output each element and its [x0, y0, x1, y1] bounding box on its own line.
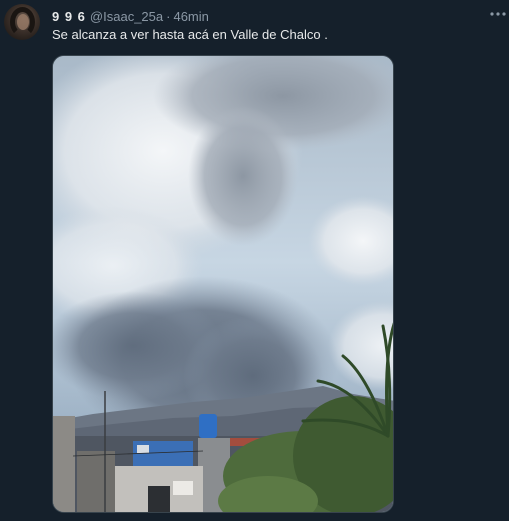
avatar[interactable]	[4, 4, 40, 40]
tweet-photo[interactable]	[52, 55, 394, 513]
user-handle[interactable]: @Isaac_25a	[90, 9, 163, 24]
tweet-text: Se alcanza a ver hasta acá en Valle de C…	[52, 27, 328, 42]
timestamp[interactable]: 46min	[173, 9, 208, 24]
more-options-icon[interactable]	[489, 6, 507, 22]
separator-dot: ·	[166, 8, 171, 24]
display-name[interactable]: 9 9 6	[52, 9, 86, 24]
tweet-header: 9 9 6 @Isaac_25a · 46min	[52, 7, 209, 25]
avatar-face	[17, 14, 29, 30]
photo-smoke-over-city	[53, 56, 393, 512]
more-horizontal-icon	[490, 12, 506, 16]
tweet: 9 9 6 @Isaac_25a · 46min Se alcanza a ve…	[0, 0, 509, 521]
